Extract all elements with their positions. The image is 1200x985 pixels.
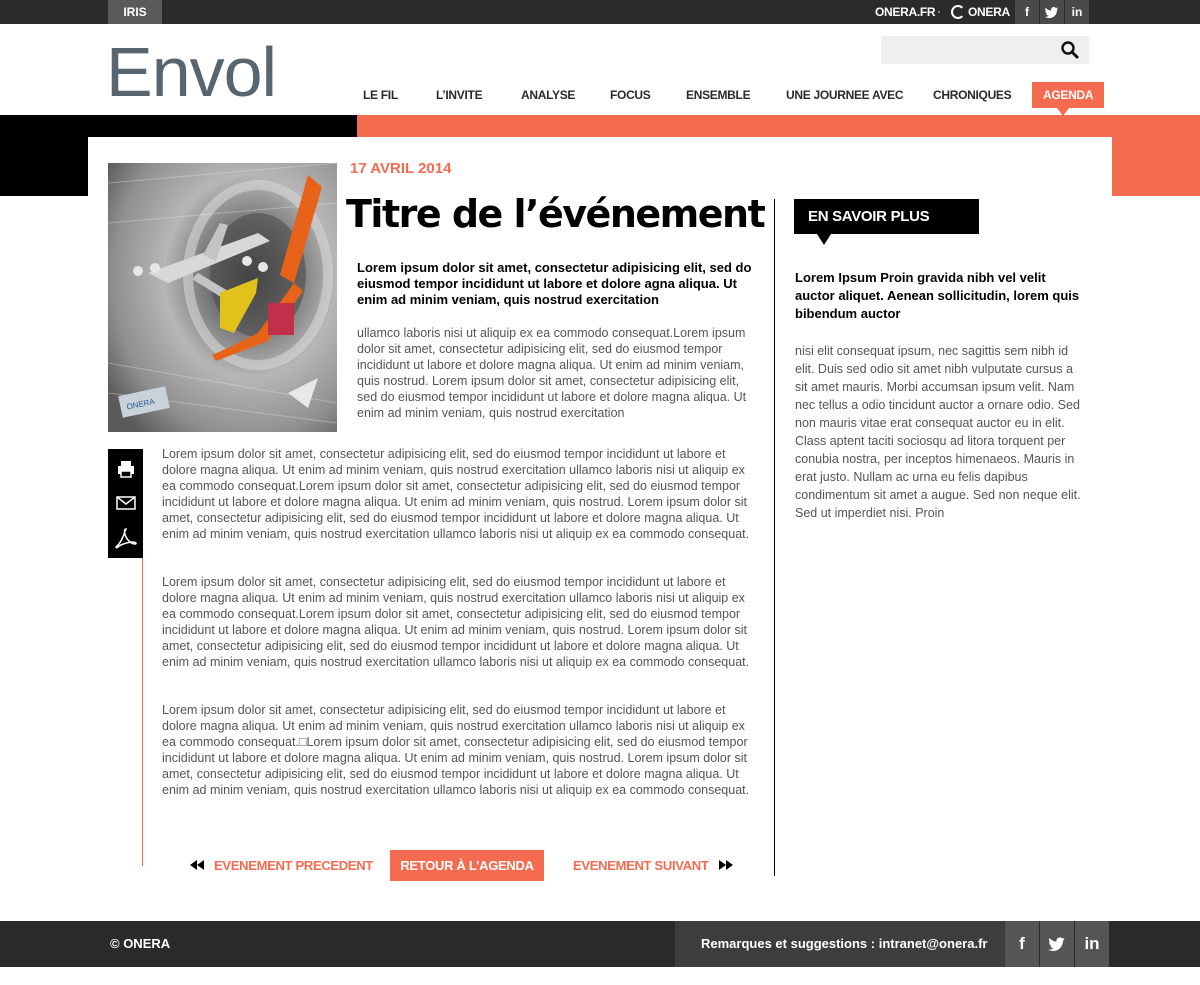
- rewind-icon-2: [197, 860, 204, 870]
- nav-ensemble[interactable]: ENSEMBLE: [686, 82, 751, 108]
- onera-fr-link[interactable]: ONERA.FR: [875, 0, 936, 24]
- topbar-separator: ·: [937, 4, 941, 18]
- envol-logo[interactable]: Envol: [106, 30, 277, 114]
- previous-event-link[interactable]: EVENEMENT PRECEDENT: [190, 857, 373, 875]
- twitter-icon[interactable]: [1040, 0, 1064, 24]
- nav-agenda[interactable]: AGENDA: [1032, 82, 1105, 108]
- nav-le-fil[interactable]: LE FIL: [363, 82, 398, 108]
- event-title: Titre de l’événement: [346, 192, 766, 236]
- aside-body: nisi elit consequat ipsum, nec sagittis …: [795, 344, 1081, 520]
- article-lead: Lorem ipsum dolor sit amet, consectetur …: [357, 260, 752, 307]
- footer-linkedin-icon[interactable]: in: [1075, 921, 1109, 967]
- mail-icon[interactable]: [116, 495, 136, 511]
- feedback-link[interactable]: Remarques et suggestions : intranet@oner…: [701, 921, 987, 967]
- forward-icon: [718, 860, 726, 870]
- article-intro: ullamco laboris nisi ut aliquip ex ea co…: [357, 326, 747, 420]
- linkedin-icon[interactable]: in: [1065, 0, 1089, 24]
- event-date: 17 AVRIL 2014: [350, 160, 452, 177]
- article-paragraph: Lorem ipsum dolor sit amet, consectetur …: [162, 447, 750, 541]
- facebook-icon[interactable]: f: [1015, 0, 1039, 24]
- column-divider: [774, 199, 775, 876]
- pdf-icon[interactable]: [115, 527, 137, 549]
- search-icon[interactable]: [1058, 38, 1082, 62]
- forward-icon-2: [725, 860, 733, 870]
- nav-chroniques[interactable]: CHRONIQUES: [933, 82, 1012, 108]
- previous-event-label: EVENEMENT PRECEDENT: [214, 858, 373, 873]
- aside-heading-pointer: [817, 234, 831, 245]
- back-to-agenda-button[interactable]: RETOUR À L’AGENDA: [390, 850, 544, 881]
- footer-twitter-icon[interactable]: [1040, 921, 1074, 967]
- nav-journee-avec[interactable]: UNE JOURNEE AVEC: [786, 82, 904, 108]
- event-photo: ONERA: [108, 163, 337, 432]
- copyright: © ONERA: [110, 936, 171, 951]
- google-onera-label: ONERA: [968, 5, 1010, 19]
- nav-analyse[interactable]: ANALYSE: [521, 82, 575, 108]
- print-icon[interactable]: [116, 459, 136, 479]
- article-paragraph: Lorem ipsum dolor sit amet, consectetur …: [162, 575, 750, 669]
- nav-focus[interactable]: FOCUS: [610, 82, 651, 108]
- google-onera-link[interactable]: ONERA: [951, 0, 1010, 24]
- aside-lead: Lorem Ipsum Proin gravida nibh vel velit…: [795, 270, 1080, 321]
- rewind-icon: [190, 860, 197, 870]
- iris-link[interactable]: IRIS: [108, 0, 162, 24]
- article-accent-line: [142, 558, 143, 866]
- aside-heading: EN SAVOIR PLUS: [794, 199, 979, 234]
- nav-invite[interactable]: L’INVITE: [436, 82, 483, 108]
- next-event-link[interactable]: EVENEMENT SUIVANT: [573, 857, 733, 875]
- google-icon: [951, 5, 965, 19]
- article-paragraph: Lorem ipsum dolor sit amet, consectetur …: [162, 703, 750, 797]
- next-event-label: EVENEMENT SUIVANT: [573, 858, 709, 873]
- footer-facebook-icon[interactable]: f: [1005, 921, 1039, 967]
- share-toolbar: [108, 449, 143, 558]
